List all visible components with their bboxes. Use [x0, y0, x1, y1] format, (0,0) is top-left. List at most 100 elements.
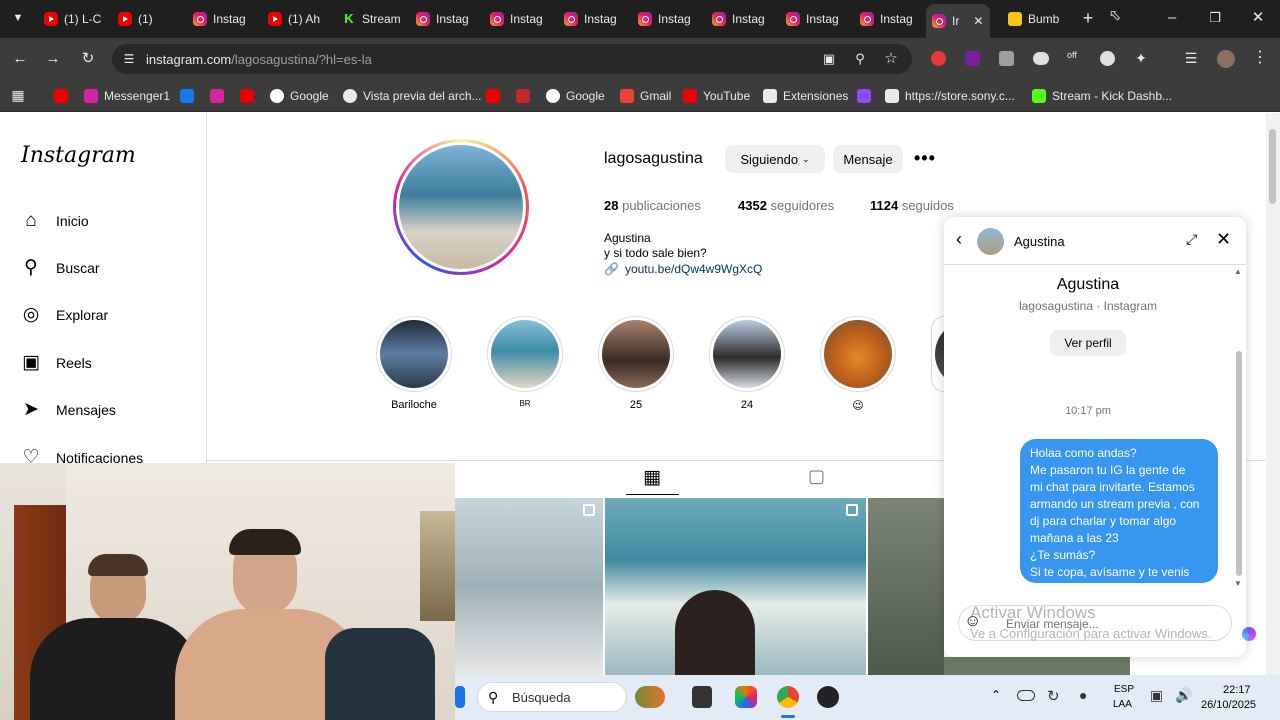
- start-icon[interactable]: [455, 686, 465, 708]
- browser-tab[interactable]: Instag: [193, 6, 255, 32]
- obs-icon[interactable]: [817, 686, 839, 708]
- menu-dots-icon[interactable]: ⋮: [1252, 48, 1268, 68]
- microphone-icon[interactable]: ●: [1079, 687, 1087, 703]
- language-layout[interactable]: LAA: [1113, 699, 1132, 710]
- browser-tab[interactable]: (1) L-C: [44, 6, 106, 32]
- browser-tab[interactable]: Instag: [712, 6, 774, 32]
- bookmark-item[interactable]: [857, 87, 877, 105]
- browser-tab[interactable]: Ir ✕: [926, 4, 990, 38]
- back-icon[interactable]: ←: [10, 49, 30, 69]
- browser-tab[interactable]: Instag: [564, 6, 626, 32]
- profile-link[interactable]: 🔗 youtu.be/dQw4w9WgXcQ: [604, 262, 762, 276]
- bookmark-item[interactable]: Stream - Kick Dashb...: [1032, 87, 1172, 105]
- extension-red-icon[interactable]: [931, 51, 946, 66]
- expand-icon[interactable]: ⤢: [1186, 231, 1197, 248]
- sync-icon[interactable]: ↻: [1047, 687, 1060, 705]
- more-options-icon[interactable]: •••: [914, 148, 936, 169]
- apps-grid-icon[interactable]: ▦: [8, 85, 28, 105]
- task-view-icon[interactable]: [692, 686, 712, 708]
- bookmark-item[interactable]: Messenger1: [84, 87, 170, 105]
- post-thumbnail-partial[interactable]: [944, 657, 1130, 675]
- copilot-app-icon[interactable]: [735, 686, 757, 708]
- dm-header-name[interactable]: Agustina: [1014, 234, 1065, 249]
- address-bar[interactable]: ☰ instagram.com/lagosagustina/?hl=es-la …: [112, 44, 912, 74]
- media-icon[interactable]: ☰: [1181, 48, 1201, 68]
- extension-soccer-icon[interactable]: [1100, 51, 1115, 66]
- story-highlight[interactable]: [598, 316, 674, 392]
- browser-tab[interactable]: K Stream: [342, 6, 404, 32]
- browser-tab[interactable]: Instag: [860, 6, 922, 32]
- story-highlight[interactable]: [487, 316, 563, 392]
- new-tab-icon[interactable]: +: [1078, 8, 1098, 28]
- post-thumbnail[interactable]: [455, 498, 603, 675]
- post-thumbnail[interactable]: [868, 498, 944, 675]
- restore-icon[interactable]: ❐: [1205, 8, 1225, 28]
- instagram-logo[interactable]: Instagram: [21, 143, 136, 168]
- extensions-puzzle-icon[interactable]: ✦: [1131, 48, 1151, 68]
- sidebar-item-mensajes[interactable]: ➤ Mensajes: [20, 399, 116, 421]
- onedrive-icon[interactable]: [1017, 690, 1035, 701]
- story-highlight[interactable]: [709, 316, 785, 392]
- followers-stat[interactable]: 4352 seguidores: [738, 198, 834, 213]
- site-info-icon[interactable]: ☰: [120, 49, 138, 69]
- bookmark-item[interactable]: YouTube: [683, 87, 750, 105]
- extension-grid-icon[interactable]: [999, 51, 1014, 66]
- following-button[interactable]: Siguiendo ⌄: [725, 145, 825, 173]
- page-scrollbar[interactable]: [1266, 113, 1280, 675]
- story-highlight[interactable]: [376, 316, 452, 392]
- dm-avatar[interactable]: [977, 228, 1004, 255]
- sidebar-item-buscar[interactable]: ⚲ Buscar: [20, 257, 100, 279]
- close-window-icon[interactable]: ✕: [1248, 8, 1268, 28]
- tray-chevron-icon[interactable]: ⌃: [991, 688, 1001, 702]
- bookmark-item[interactable]: [54, 87, 74, 105]
- extension-shield-icon[interactable]: [965, 51, 980, 66]
- bookmark-item[interactable]: Google: [546, 87, 605, 105]
- profile-avatar[interactable]: [1217, 50, 1235, 68]
- browser-tab[interactable]: (1) Ah: [268, 6, 330, 32]
- browser-tab[interactable]: Bumb: [1008, 6, 1070, 32]
- browser-tab[interactable]: Instag: [416, 6, 478, 32]
- bookmark-star-icon[interactable]: ☆: [882, 49, 900, 69]
- weather-fruit-icon[interactable]: [635, 686, 665, 708]
- forward-icon[interactable]: →: [43, 49, 63, 69]
- bookmark-item[interactable]: [516, 87, 536, 105]
- back-chevron-icon[interactable]: ‹: [956, 229, 962, 250]
- browser-tab[interactable]: Instag: [490, 6, 552, 32]
- bookmark-item[interactable]: [210, 87, 230, 105]
- dm-scroll-down-icon[interactable]: ▼: [1234, 579, 1242, 588]
- tagged-tab-icon[interactable]: ▢: [808, 466, 825, 487]
- post-thumbnail[interactable]: [605, 498, 866, 675]
- sidebar-item-explorar[interactable]: ◎ Explorar: [20, 304, 108, 326]
- message-bubble[interactable]: Holaa como andas? Me pasaron tu IG la gen…: [1020, 439, 1218, 583]
- install-icon[interactable]: ▣: [820, 49, 838, 69]
- zoom-icon[interactable]: ⚲: [851, 49, 869, 69]
- browser-tab[interactable]: (1): [118, 6, 180, 32]
- copilot-icon[interactable]: [1242, 627, 1256, 641]
- taskbar-search[interactable]: ⚲ Búsqueda: [477, 682, 627, 712]
- dm-scrollbar[interactable]: [1236, 351, 1242, 576]
- bookmark-item[interactable]: Gmail: [620, 87, 671, 105]
- grid-tab-icon[interactable]: ▦: [643, 466, 661, 489]
- reload-icon[interactable]: ↻: [78, 49, 98, 69]
- profile-avatar-ring[interactable]: [393, 139, 529, 275]
- bookmark-item[interactable]: Extensiones: [763, 87, 848, 105]
- sidebar-item-inicio[interactable]: ⌂ Inicio: [20, 210, 88, 232]
- bookmark-item[interactable]: Vista previa del arch...: [343, 87, 482, 105]
- story-highlight[interactable]: [820, 316, 896, 392]
- following-stat[interactable]: 1124 seguidos: [870, 198, 954, 213]
- volume-icon[interactable]: 🔊: [1175, 687, 1192, 704]
- clock-date[interactable]: 26/10/2025: [1201, 699, 1256, 711]
- bookmark-item[interactable]: https://store.sony.c...: [885, 87, 1015, 105]
- view-profile-button[interactable]: Ver perfil: [1050, 330, 1126, 356]
- browser-tab[interactable]: Instag: [638, 6, 700, 32]
- language-code[interactable]: ESP: [1114, 684, 1134, 695]
- message-button[interactable]: Mensaje: [833, 145, 903, 173]
- bookmark-item[interactable]: Google: [270, 87, 329, 105]
- extension-off-icon[interactable]: off: [1067, 50, 1077, 60]
- sidebar-item-reels[interactable]: ▣ Reels: [20, 352, 92, 374]
- minimize-icon[interactable]: –: [1162, 8, 1182, 28]
- bookmark-item[interactable]: [486, 87, 506, 105]
- clock-time[interactable]: 22:17: [1223, 684, 1251, 696]
- chrome-icon[interactable]: [777, 686, 799, 708]
- tab-search-icon[interactable]: ▼: [8, 8, 28, 28]
